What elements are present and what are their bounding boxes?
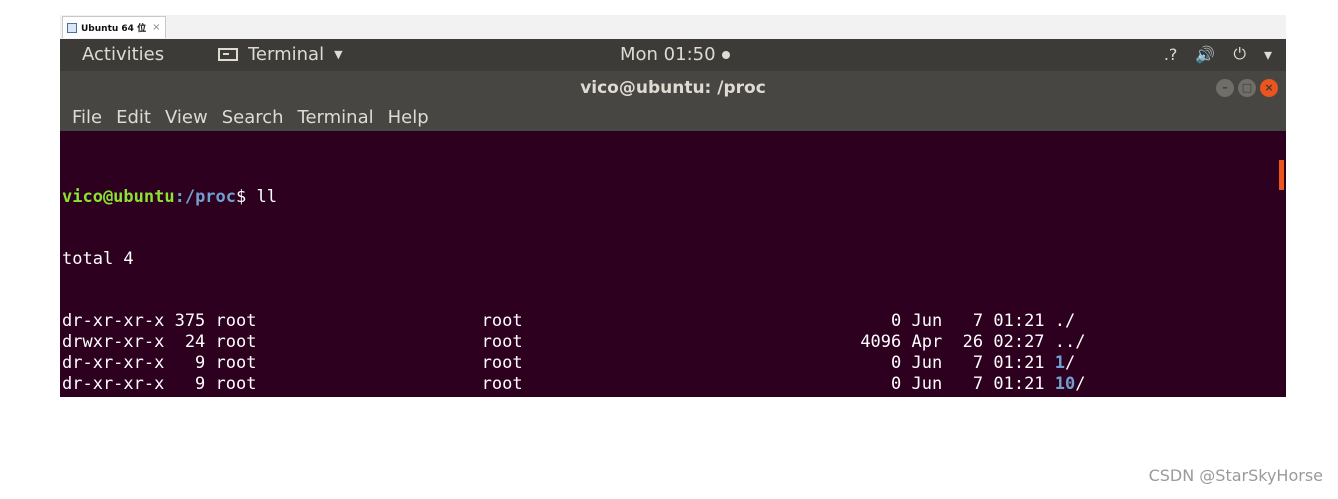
gnome-top-bar: Activities Terminal ▼ Mon 01:50 .? 🔊 ⏻ ▾ bbox=[60, 39, 1286, 71]
menu-search[interactable]: Search bbox=[215, 105, 291, 131]
row-name: ../ bbox=[1054, 332, 1086, 353]
row-meta: dr-xr-xr-x 375 root root 0 Jun 7 01:21 bbox=[62, 311, 1055, 332]
network-icon: .? bbox=[1163, 44, 1178, 64]
listing-row: dr-xr-xr-x 9 root root 0 Jun 7 01:21 10/ bbox=[62, 374, 1276, 395]
row-meta: dr-xr-xr-x 9 root root 0 Jun 7 01:21 bbox=[62, 395, 1055, 397]
minimize-button[interactable]: – bbox=[1216, 79, 1234, 97]
prompt-path: :/proc bbox=[174, 186, 237, 207]
menu-file[interactable]: File bbox=[60, 105, 109, 131]
scrollbar[interactable] bbox=[1276, 131, 1286, 397]
row-meta: dr-xr-xr-x 9 root root 0 Jun 7 01:21 bbox=[62, 352, 1055, 373]
activities-button[interactable]: Activities bbox=[82, 44, 164, 65]
menu-edit[interactable]: Edit bbox=[109, 105, 158, 131]
window-title: vico@ubuntu: /proc bbox=[580, 78, 766, 98]
clock-label: Mon 01:50 bbox=[620, 44, 716, 65]
menu-view[interactable]: View bbox=[158, 105, 215, 131]
volume-icon: 🔊 bbox=[1195, 44, 1216, 64]
menu-bar: File Edit View Search Terminal Help bbox=[60, 105, 1286, 131]
row-slash: / bbox=[1065, 352, 1076, 373]
command-text: ll bbox=[256, 186, 277, 207]
vm-tab-label: Ubuntu 64 位 bbox=[81, 24, 147, 34]
vm-tab[interactable]: Ubuntu 64 位 × bbox=[62, 16, 166, 38]
close-button[interactable]: × bbox=[1260, 79, 1278, 97]
listing-row: dr-xr-xr-x 375 root root 0 Jun 7 01:21 .… bbox=[62, 311, 1276, 332]
prompt-symbol: $ bbox=[236, 186, 257, 207]
prompt-user: vico@ubuntu bbox=[62, 186, 175, 207]
scrollbar-thumb[interactable] bbox=[1279, 160, 1284, 190]
terminal-icon bbox=[218, 48, 238, 61]
power-icon: ⏻ bbox=[1233, 44, 1246, 63]
system-tray[interactable]: .? 🔊 ⏻ ▾ bbox=[1164, 44, 1272, 64]
listing-row: drwxr-xr-x 24 root root 4096 Apr 26 02:2… bbox=[62, 332, 1276, 353]
window-controls: – □ × bbox=[1216, 79, 1278, 97]
row-meta: drwxr-xr-x 24 root root 4096 Apr 26 02:2… bbox=[62, 332, 1055, 353]
total-line: total 4 bbox=[62, 248, 134, 269]
row-meta: dr-xr-xr-x 9 root root 0 Jun 7 01:21 bbox=[62, 373, 1055, 394]
menu-terminal[interactable]: Terminal bbox=[291, 105, 381, 131]
row-dir-name: 10 bbox=[1054, 373, 1076, 394]
vm-window: Ubuntu 64 位 × Activities Terminal ▼ Mon … bbox=[60, 15, 1286, 397]
maximize-button[interactable]: □ bbox=[1238, 79, 1256, 97]
clock[interactable]: Mon 01:50 bbox=[620, 44, 730, 65]
listing-row: dr-xr-xr-x 9 root root 0 Jun 7 01:21 1/ bbox=[62, 353, 1276, 374]
window-titlebar[interactable]: vico@ubuntu: /proc – □ × bbox=[60, 71, 1286, 105]
terminal-output[interactable]: vico@ubuntu:/proc$ ll total 4 dr-xr-xr-x… bbox=[60, 131, 1276, 397]
notification-dot-icon bbox=[721, 50, 730, 59]
close-icon[interactable]: × bbox=[152, 22, 160, 33]
watermark: CSDN @StarSkyHorse bbox=[1148, 466, 1323, 485]
vm-tab-bar: Ubuntu 64 位 × bbox=[60, 15, 1286, 40]
row-name: ./ bbox=[1054, 311, 1076, 332]
chevron-down-icon: ▾ bbox=[1263, 44, 1272, 64]
row-slash: / bbox=[1075, 373, 1086, 394]
row-slash: / bbox=[1086, 395, 1096, 397]
row-dir-name: 100 bbox=[1055, 395, 1086, 397]
app-menu-label: Terminal bbox=[248, 44, 325, 65]
chevron-down-icon: ▼ bbox=[334, 48, 343, 61]
row-dir-name: 1 bbox=[1054, 352, 1066, 373]
vm-icon bbox=[67, 22, 77, 33]
menu-help[interactable]: Help bbox=[381, 105, 436, 131]
listing-row: dr-xr-xr-x 9 root root 0 Jun 7 01:21 100… bbox=[62, 395, 1276, 397]
app-menu[interactable]: Terminal ▼ bbox=[218, 44, 343, 65]
prompt-line: vico@ubuntu:/proc$ ll bbox=[62, 187, 1276, 208]
